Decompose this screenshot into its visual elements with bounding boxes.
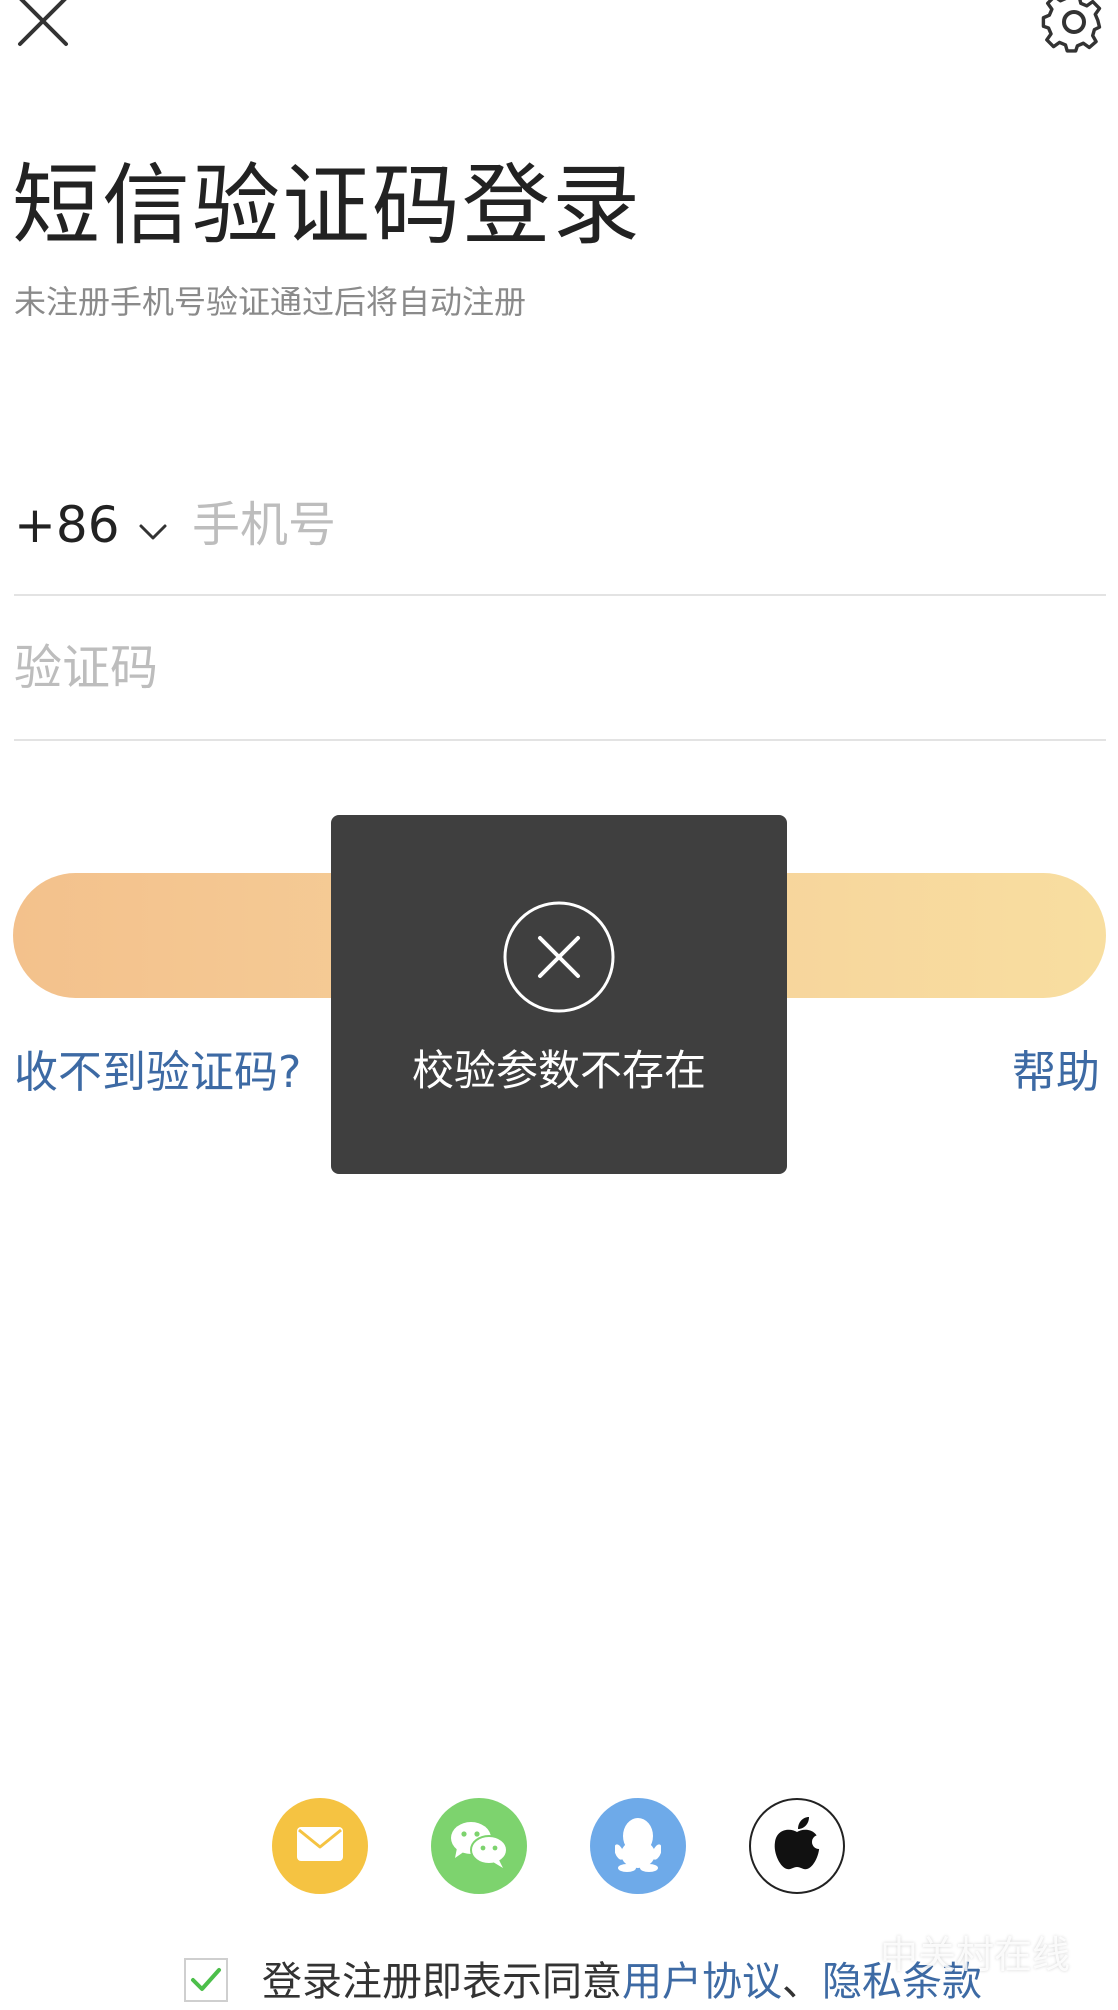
agreement-checkbox[interactable] — [184, 1958, 228, 2002]
chevron-down-icon — [138, 490, 168, 560]
agreement-text: 登录注册即表示同意用户协议、隐私条款 — [262, 1954, 982, 2010]
close-icon[interactable] — [14, 0, 72, 50]
agreement-prefix: 登录注册即表示同意 — [262, 1959, 622, 2005]
qq-login-button[interactable] — [590, 1798, 686, 1894]
apple-login-button[interactable] — [749, 1798, 845, 1894]
divider — [14, 594, 1106, 596]
error-toast: 校验参数不存在 — [331, 815, 787, 1174]
country-code-value: +86 — [14, 496, 120, 554]
watermark: 中关村在线 — [880, 1933, 1071, 1977]
country-code-selector[interactable]: +86 — [14, 490, 168, 560]
agreement-separator: 、 — [782, 1959, 822, 2005]
gear-icon[interactable] — [1038, 0, 1110, 58]
close-circle-icon — [502, 900, 616, 1014]
mail-icon — [296, 1826, 344, 1866]
verification-code-input[interactable] — [14, 633, 1074, 703]
page-subtitle: 未注册手机号验证通过后将自动注册 — [14, 283, 527, 321]
phone-input[interactable] — [192, 490, 1072, 560]
page-title: 短信验证码登录 — [12, 154, 643, 257]
no-code-link[interactable]: 收不到验证码? — [14, 1043, 301, 1103]
user-agreement-link[interactable]: 用户协议 — [622, 1959, 782, 2005]
apple-icon — [773, 1816, 826, 1876]
help-link[interactable]: 帮助 — [1012, 1043, 1100, 1103]
toast-message: 校验参数不存在 — [411, 1046, 706, 1095]
wechat-login-button[interactable] — [431, 1798, 527, 1894]
wechat-icon — [449, 1818, 509, 1874]
divider — [14, 739, 1106, 741]
qq-icon — [614, 1816, 662, 1876]
mail-login-button[interactable] — [272, 1798, 368, 1894]
